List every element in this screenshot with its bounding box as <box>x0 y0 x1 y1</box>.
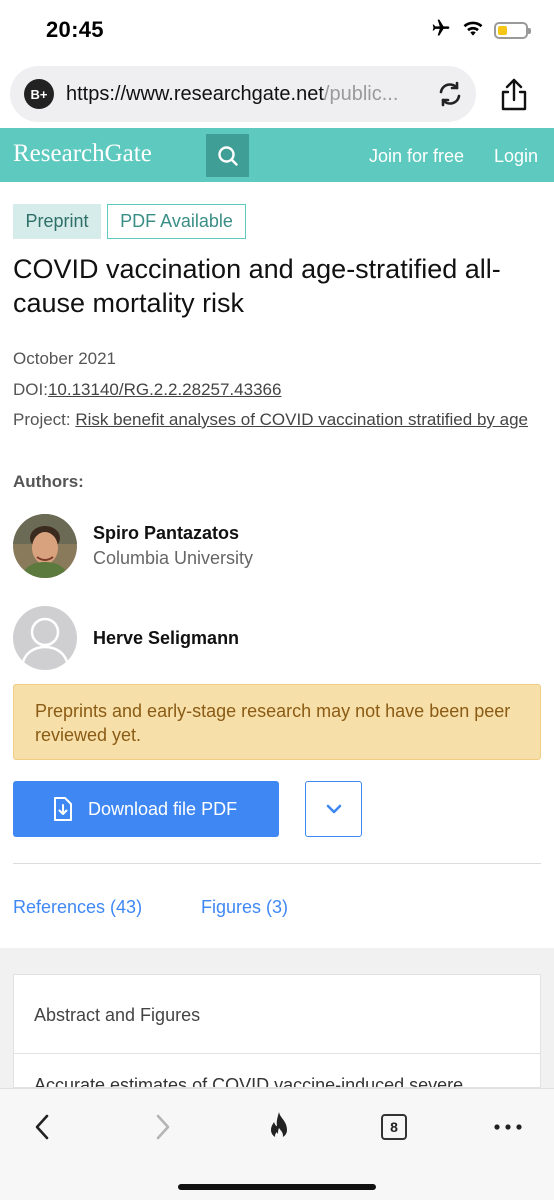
fire-icon <box>271 1112 287 1140</box>
browser-toolbar: 8 <box>0 1088 554 1200</box>
download-file-icon <box>54 797 72 821</box>
url-text[interactable]: https://www.researchgate.net/public... <box>66 83 430 106</box>
site-header: ResearchGate Join for free Login <box>0 128 554 182</box>
more-button[interactable] <box>488 1107 528 1147</box>
reload-icon[interactable] <box>436 80 464 108</box>
download-options-button[interactable] <box>305 781 362 837</box>
status-time: 20:45 <box>46 17 104 42</box>
author-name[interactable]: Spiro Pantazatos <box>93 523 253 544</box>
home-indicator <box>178 1184 376 1190</box>
tab-figures[interactable]: Figures (3) <box>201 897 288 918</box>
back-icon <box>35 1114 49 1140</box>
author-name[interactable]: Herve Seligmann <box>93 628 239 649</box>
author-item[interactable]: Spiro Pantazatos Columbia University <box>13 514 253 578</box>
author-item[interactable]: Herve Seligmann <box>13 606 239 670</box>
author-affiliation: Columbia University <box>93 548 254 568</box>
forward-button[interactable] <box>143 1107 183 1147</box>
article-title: COVID vaccination and age-stratified all… <box>13 254 501 318</box>
author-info: Herve Seligmann <box>93 628 239 649</box>
join-link[interactable]: Join for free <box>369 146 464 167</box>
url-host: https://www.researchgate.net <box>66 83 324 105</box>
status-bar: 20:45 <box>0 0 554 60</box>
doi-link[interactable]: 10.13140/RG.2.2.28257.43366 <box>48 380 281 399</box>
tabs-button[interactable]: 8 <box>374 1107 414 1147</box>
avatar[interactable] <box>13 606 77 670</box>
browser-badge[interactable]: B+ <box>24 79 54 109</box>
login-link[interactable]: Login <box>494 146 538 167</box>
tabs-icon: 8 <box>381 1114 407 1140</box>
wifi-icon <box>462 19 484 42</box>
battery-icon <box>494 22 531 39</box>
abstract-text: Accurate estimates of COVID vaccine-indu… <box>34 1075 464 1088</box>
abstract-title: Abstract and Figures <box>34 1005 201 1025</box>
pdf-available-badge: PDF Available <box>107 204 246 239</box>
preprint-notice: Preprints and early-stage research may n… <box>13 684 541 760</box>
project-label: Project: <box>13 410 71 429</box>
download-pdf-button[interactable]: Download file PDF <box>13 781 279 837</box>
divider <box>14 1053 540 1054</box>
download-label: Download file PDF <box>88 798 238 819</box>
airplane-icon <box>430 18 452 43</box>
share-icon[interactable] <box>498 76 530 112</box>
status-icons <box>430 18 531 43</box>
preprint-badge: Preprint <box>13 204 101 239</box>
divider <box>13 863 541 864</box>
forward-icon <box>156 1114 170 1140</box>
url-path: /public... <box>323 83 399 105</box>
avatar[interactable] <box>13 514 77 578</box>
publication-date: October 2021 <box>13 349 117 368</box>
site-logo[interactable]: ResearchGate <box>13 140 152 168</box>
fire-button[interactable] <box>259 1107 299 1147</box>
project-link[interactable]: Risk benefit analyses of COVID vaccinati… <box>75 410 528 429</box>
search-button[interactable] <box>206 134 249 177</box>
back-button[interactable] <box>22 1107 62 1147</box>
project: Project: Risk benefit analyses of COVID … <box>13 408 533 432</box>
tab-references[interactable]: References (43) <box>13 897 142 918</box>
chevron-down-icon <box>326 804 341 814</box>
author-info: Spiro Pantazatos Columbia University <box>93 523 253 569</box>
authors-label: Authors: <box>13 472 84 491</box>
doi-label: DOI: <box>13 380 48 399</box>
more-icon <box>494 1124 522 1130</box>
abstract-card: Abstract and Figures Accurate estimates … <box>13 974 541 1088</box>
doi: DOI:10.13140/RG.2.2.28257.43366 <box>13 378 281 402</box>
address-bar[interactable]: B+ https://www.researchgate.net/public..… <box>10 66 476 122</box>
search-icon <box>217 145 238 166</box>
